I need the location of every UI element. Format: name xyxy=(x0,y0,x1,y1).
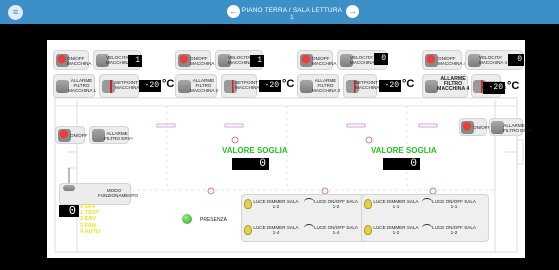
machine-4-alarm-tile[interactable]: ALLARME FILTRO MACCHINA 4 xyxy=(422,74,470,98)
erv-left-onoff-button[interactable]: ON/OFF ERV+ xyxy=(55,126,101,144)
arrow-left-icon[interactable]: ← xyxy=(227,5,240,18)
machine-1-speed-label: VELOCITA' MACCHINA 1 xyxy=(106,55,134,66)
machine-1-setpoint-tile[interactable]: SETPOINT MACCHINA 1 xyxy=(99,74,143,98)
machine-2-speed-display: 1 xyxy=(250,55,264,67)
machine-2-setpoint-tile[interactable]: SETPOINT MACCHINA 2 xyxy=(221,74,263,98)
machine-1-onoff-button[interactable]: ON/OFF MACCHINA 1 xyxy=(53,50,95,70)
light-dimmer-sala-1-2-button[interactable]: LUCE DIMMER SALA 1-2 xyxy=(244,196,304,214)
valore-soglia-1-label: VALORE SOGLIA xyxy=(222,146,288,155)
machine-3-alarm-tile[interactable]: ALLARME FILTRO MACCHINA 3 xyxy=(297,74,341,98)
arrow-right-icon[interactable]: → xyxy=(346,5,359,18)
light-onoff-label: LUCE ON/OFF SALA 1-2 xyxy=(432,225,476,236)
machine-1-degree-unit: °C xyxy=(162,78,175,90)
machine-1-alarm-tile[interactable]: ALLARME FILTRO MACCHINA 1 xyxy=(53,74,97,98)
modo-funzionamento-label: MODO FUNZIONAMENTO xyxy=(98,188,138,199)
machine-1-onoff-label: ON/OFF MACCHINA 1 xyxy=(67,56,95,67)
top-bar: ≡ ← PIANO TERRA / SALA LETTURA 1 → xyxy=(0,0,559,24)
machine-4-speed-display: 0 xyxy=(508,54,524,66)
modo-funzionamento-display[interactable]: 0 xyxy=(59,205,79,217)
machine-2-onoff-button[interactable]: ON/OFF MACCHINA 2 xyxy=(175,50,218,70)
machine-3-speed-tile[interactable]: VELOCITA' MACCHINA 3 0 xyxy=(337,50,388,70)
machine-3-onoff-button[interactable]: ON/OFF MACCHINA 3 xyxy=(297,50,340,70)
machine-3-speed-display: 0 xyxy=(374,53,388,65)
light-onoff-sala-1-4-button[interactable]: LUCE ON/OFF SALA 1-4 xyxy=(304,222,364,240)
hamburger-icon[interactable]: ≡ xyxy=(8,5,23,20)
machine-2-setpoint-label: SETPOINT MACCHINA 2 xyxy=(235,80,263,91)
light-onoff-label: LUCE ON/OFF SALA 1-4 xyxy=(314,225,358,236)
machine-3-setpoint-tile[interactable]: SETPOINT MACCHINA 3 xyxy=(343,74,383,98)
light-onoff-sala-1-2b-button[interactable]: LUCE ON/OFF SALA 1-2 xyxy=(422,222,482,240)
mode-icon xyxy=(63,185,75,191)
machine-1-temp-display: -20 xyxy=(139,80,161,92)
machine-2-alarm-label: ALLARME FILTRO MACCHINA 2 xyxy=(190,78,219,94)
erv-right-alarm-label: ALLARME FILTRO ERV+ xyxy=(503,123,533,134)
light-dimmer-sala-1-4-button[interactable]: LUCE DIMMER SALA 1-4 xyxy=(244,222,304,240)
valore-soglia-1-display[interactable]: 0 xyxy=(232,158,269,170)
light-onoff-sala-1-2-button[interactable]: LUCE ON/OFF SALA 1-2 xyxy=(304,196,364,214)
presenza-label: PRESENZA xyxy=(200,217,227,223)
machine-3-setpoint-label: SETPOINT MACCHINA 3 xyxy=(355,80,383,91)
machine-3-alarm-label: ALLARME FILTRO MACCHINA 3 xyxy=(312,78,341,94)
light-dimmer-label: LUCE DIMMER SALA 1-2 xyxy=(373,225,419,236)
erv-left-alarm-tile[interactable]: ALLARME FILTRO ERV+ xyxy=(89,126,134,144)
erv-right-onoff-button[interactable]: ON/OFF ERV+ xyxy=(459,118,504,136)
machine-2-speed-tile[interactable]: VELOCITA' MACCHINA 2 1 xyxy=(215,50,264,70)
presenza-indicator[interactable]: PRESENZA xyxy=(180,213,232,227)
machine-1-speed-tile[interactable]: VELOCITA' MACCHINA 1 1 xyxy=(93,50,142,70)
light-onoff-sala-1-1-button[interactable]: LUCE ON/OFF SALA 1-1 xyxy=(422,196,482,214)
machine-4-onoff-label: ON/OFF MACCHINA 4 xyxy=(438,56,466,67)
machine-3-degree-unit: °C xyxy=(402,78,415,90)
machine-2-temp-display: -20 xyxy=(259,80,281,92)
machine-3-onoff-label: ON/OFF MACCHINA 3 xyxy=(312,56,340,67)
machine-4-onoff-button[interactable]: ON/OFF MACCHINA 4 xyxy=(422,50,466,70)
light-dimmer-sala-1-1-button[interactable]: LUCE DIMMER SALA 1-1 xyxy=(364,196,424,214)
modes-legend: 0 OFF 1 TEST 2 ERV 3 FAN 4 AUTO xyxy=(80,204,100,235)
machine-2-speed-label: VELOCITA' MACCHINA 2 xyxy=(228,55,256,66)
valore-soglia-2-display[interactable]: 0 xyxy=(383,158,420,170)
light-dimmer-label: LUCE DIMMER SALA 1-1 xyxy=(373,199,419,210)
light-onoff-label: LUCE ON/OFF SALA 1-1 xyxy=(432,199,476,210)
modo-funzionamento-tile[interactable]: MODO FUNZIONAMENTO xyxy=(59,183,138,205)
page-title: PIANO TERRA / SALA LETTURA 1 xyxy=(241,7,343,21)
light-dimmer-label: LUCE DIMMER SALA 1-2 xyxy=(253,199,299,210)
valore-soglia-2-label: VALORE SOGLIA xyxy=(371,146,437,155)
machine-4-temp-display: -20 xyxy=(483,82,505,94)
light-dimmer-label: LUCE DIMMER SALA 1-4 xyxy=(253,225,299,236)
fan-icon xyxy=(425,54,438,67)
machine-4-speed-tile[interactable]: VELOCITA' MACCHINA 4 0 xyxy=(465,50,524,70)
machine-1-alarm-label: ALLARME FILTRO MACCHINA 1 xyxy=(68,78,97,94)
presence-light-icon xyxy=(182,214,192,224)
thermometer-icon xyxy=(102,80,115,93)
machine-4-alarm-label: ALLARME FILTRO MACCHINA 4 xyxy=(437,76,470,93)
light-dimmer-sala-1-2b-button[interactable]: LUCE DIMMER SALA 1-2 xyxy=(364,222,424,240)
mode-item: 4 AUTO xyxy=(80,228,101,235)
light-onoff-label: LUCE ON/OFF SALA 1-2 xyxy=(314,199,358,210)
machine-1-setpoint-label: SETPOINT MACCHINA 1 xyxy=(115,80,143,91)
machine-3-speed-label: VELOCITA' MACCHINA 3 xyxy=(350,55,378,66)
machine-4-degree-unit: °C xyxy=(507,80,520,92)
machine-2-alarm-tile[interactable]: ALLARME FILTRO MACCHINA 2 xyxy=(175,74,219,98)
erv-right-alarm-tile[interactable]: ALLARME FILTRO ERV+ xyxy=(489,118,533,136)
machine-2-onoff-label: ON/OFF MACCHINA 2 xyxy=(190,56,218,67)
machine-1-speed-display: 1 xyxy=(128,55,142,67)
erv-left-alarm-label: ALLARME FILTRO ERV+ xyxy=(104,131,134,142)
machine-2-degree-unit: °C xyxy=(282,78,295,90)
machine-4-speed-label: VELOCITA' MACCHINA 4 xyxy=(479,55,508,66)
machine-3-temp-display: -20 xyxy=(379,80,401,92)
